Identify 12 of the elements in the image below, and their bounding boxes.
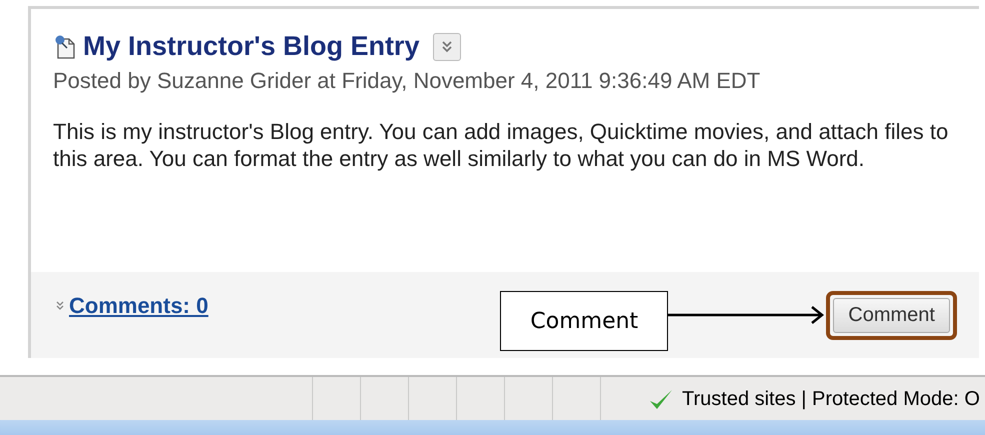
- entry-body-text: This is my instructor's Blog entry. You can add images, Quicktime movies, and attach files to this area. You can format the entry as well similarly to what you can do in MS Word.: [53, 118, 950, 173]
- checkmark-icon: [648, 388, 674, 412]
- options-menu-button[interactable]: [433, 32, 462, 60]
- byline: Posted by Suzanne Grider at Friday, November 4, 2011 9:36:49 AM EDT: [52, 67, 762, 94]
- callout-label: Comment: [500, 291, 668, 351]
- comment-button[interactable]: Comment: [833, 298, 950, 332]
- entry-title-link[interactable]: My Instructor's Blog Entry: [83, 31, 420, 62]
- double-chevron-down-icon: [440, 40, 454, 54]
- security-zone-text: Trusted sites | Protected Mode: O: [682, 388, 980, 411]
- double-chevron-down-icon: [55, 301, 65, 311]
- comments-link[interactable]: Comments: 0: [69, 293, 208, 319]
- pinned-document-icon: [53, 34, 77, 60]
